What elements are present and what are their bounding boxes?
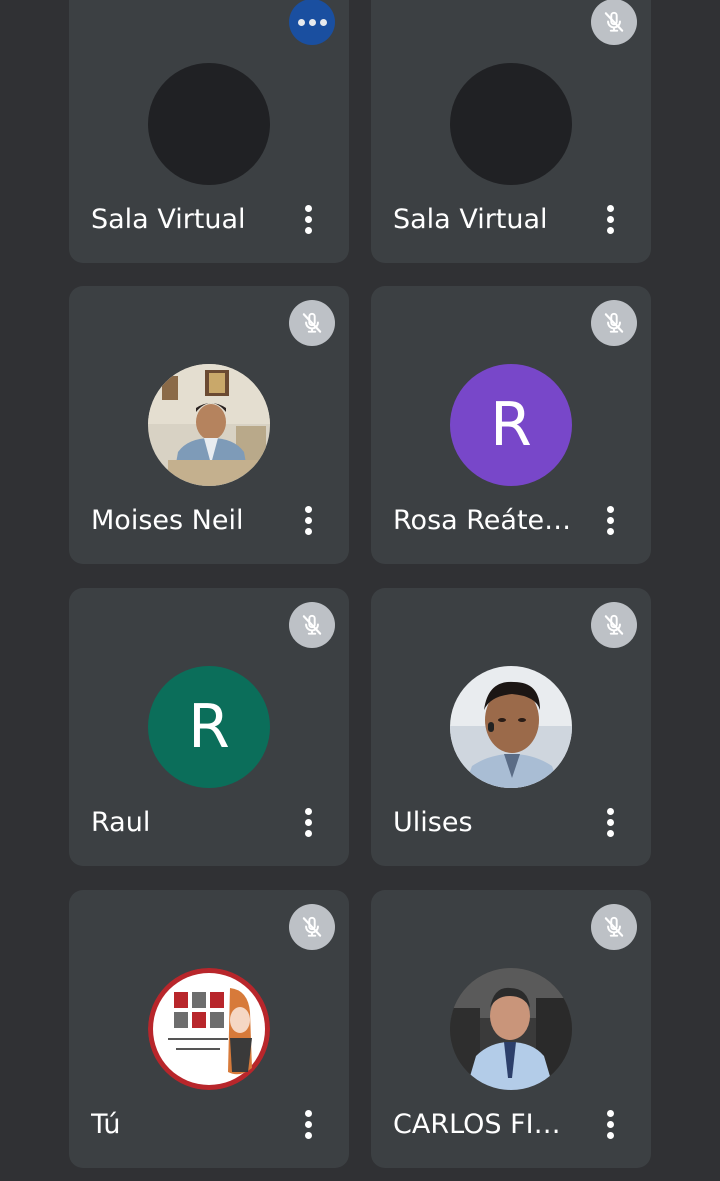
man-in-suit-photo	[148, 364, 270, 486]
participant-name: Moises Neil	[91, 506, 244, 536]
participant-name: Ulises	[393, 808, 473, 838]
participant-name: Rosa Reáte…	[393, 506, 572, 536]
participant-tile[interactable]: R Raul	[69, 588, 349, 866]
participant-tile[interactable]: Tú	[69, 890, 349, 1168]
kebab-menu-icon[interactable]	[595, 500, 625, 540]
mic-off-icon	[591, 602, 637, 648]
participants-grid: Sala Virtual Sala Virtual Moises Neil R Rosa…	[0, 0, 720, 1181]
avatar-letter: R	[188, 692, 230, 762]
participant-name: Tú	[91, 1110, 121, 1140]
kebab-menu-icon[interactable]	[293, 802, 323, 842]
mic-off-icon	[289, 300, 335, 346]
mic-off-icon	[591, 0, 637, 45]
kebab-menu-icon[interactable]	[595, 199, 625, 239]
kebab-menu-icon[interactable]	[293, 199, 323, 239]
mic-off-icon	[289, 904, 335, 950]
more-options-icon[interactable]	[289, 0, 335, 45]
mic-off-icon	[289, 602, 335, 648]
court-logo	[148, 968, 270, 1090]
participant-name: Sala Virtual	[91, 205, 246, 235]
mic-off-icon	[591, 904, 637, 950]
participant-tile[interactable]: Sala Virtual	[371, 0, 651, 263]
kebab-menu-icon[interactable]	[595, 1104, 625, 1144]
avatar-initial: R	[148, 666, 270, 788]
participant-tile[interactable]: Moises Neil	[69, 286, 349, 564]
participant-tile[interactable]: Sala Virtual	[69, 0, 349, 263]
participant-tile[interactable]: CARLOS FI…	[371, 890, 651, 1168]
kebab-menu-icon[interactable]	[595, 802, 625, 842]
avatar-blank	[450, 63, 572, 185]
kebab-menu-icon[interactable]	[293, 500, 323, 540]
participant-tile[interactable]: Ulises	[371, 588, 651, 866]
participant-tile[interactable]: R Rosa Reáte…	[371, 286, 651, 564]
avatar-letter: R	[490, 390, 532, 460]
participant-name: Raul	[91, 808, 151, 838]
participant-name: Sala Virtual	[393, 205, 548, 235]
avatar-blank	[148, 63, 270, 185]
mic-off-icon	[591, 300, 637, 346]
avatar-initial: R	[450, 364, 572, 486]
participant-name: CARLOS FI…	[393, 1110, 561, 1140]
man-portrait-photo	[450, 666, 572, 788]
man-in-car-photo	[450, 968, 572, 1090]
kebab-menu-icon[interactable]	[293, 1104, 323, 1144]
